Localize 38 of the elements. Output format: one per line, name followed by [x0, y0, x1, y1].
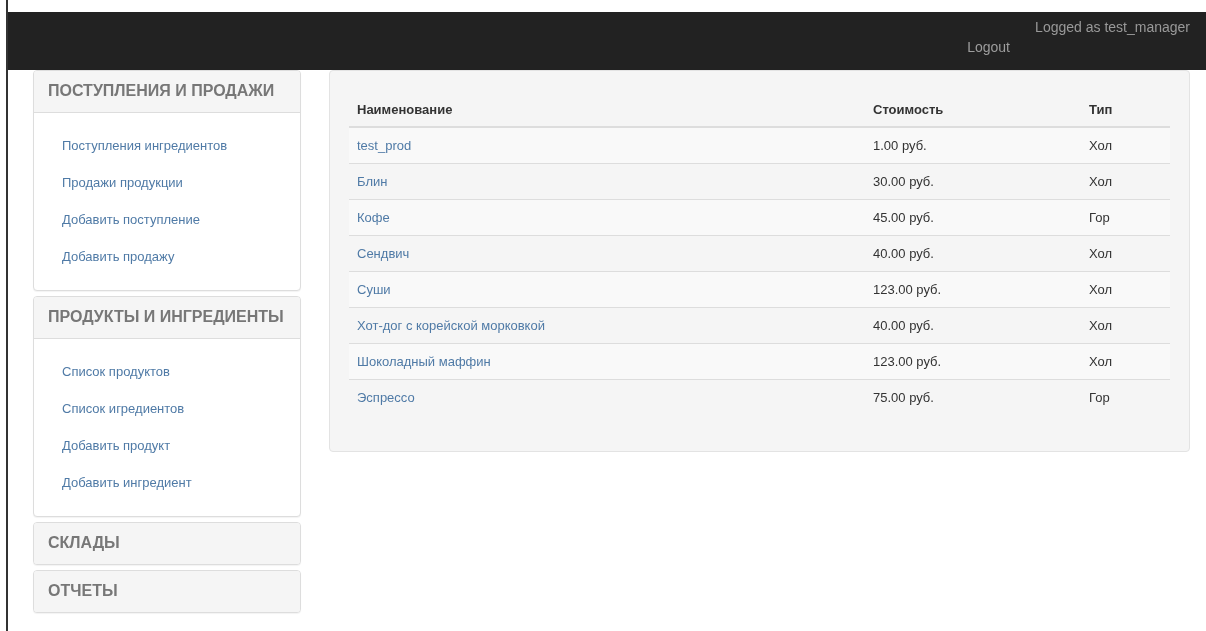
sidebar-item[interactable]: Добавить поступление — [62, 202, 200, 239]
product-link[interactable]: Хот-дог с корейской морковкой — [357, 318, 545, 333]
table-cell: Гор — [1089, 210, 1110, 225]
product-link[interactable]: Шоколадный маффин — [357, 354, 491, 369]
panel-heading[interactable]: ПОСТУПЛЕНИЯ И ПРОДАЖИ — [34, 71, 300, 113]
table-cell: Хол — [1089, 138, 1113, 153]
sidebar-item[interactable]: Продажи продукции — [62, 165, 183, 202]
sidebar-item[interactable]: Добавить ингредиент — [62, 465, 192, 502]
sidebar-item[interactable]: Добавить продажу — [62, 239, 175, 276]
panel-heading[interactable]: ОТЧЕТЫ — [34, 571, 300, 612]
sidebar-item[interactable]: Добавить продукт — [62, 428, 171, 465]
product-link[interactable]: Суши — [357, 282, 391, 297]
product-link[interactable]: Эспрессо — [357, 390, 415, 405]
table-cell: 75.00 руб. — [873, 390, 934, 405]
product-link[interactable]: Блин — [357, 174, 388, 189]
user-label: Logged as test_manager — [1035, 19, 1190, 35]
table-cell: Хол — [1089, 354, 1113, 369]
product-link[interactable]: Сендвич — [357, 246, 410, 261]
sidebar-item[interactable]: Поступления ингредиентов — [62, 128, 228, 165]
sidebar-item[interactable]: Список продуктов — [62, 354, 170, 391]
panel-heading[interactable]: СКЛАДЫ — [34, 523, 300, 564]
table-cell: Хол — [1089, 174, 1113, 189]
table-cell: Хол — [1089, 246, 1113, 261]
product-link[interactable]: test_prod — [357, 138, 412, 153]
logout-link[interactable]: Logout — [967, 39, 1010, 55]
table-cell: 45.00 руб. — [873, 210, 934, 225]
product-link[interactable]: Кофе — [357, 210, 390, 225]
table-cell: 40.00 руб. — [873, 318, 934, 333]
table-cell: Хол — [1089, 318, 1113, 333]
table-cell: 30.00 руб. — [873, 174, 934, 189]
table-cell: 123.00 руб. — [873, 282, 942, 297]
panel-heading[interactable]: ПРОДУКТЫ И ИНГРЕДИЕНТЫ — [34, 297, 300, 339]
table-cell: Хол — [1089, 282, 1113, 297]
table-cell: Гор — [1089, 390, 1110, 405]
table-cell: 40.00 руб. — [873, 246, 934, 261]
table-cell: 123.00 руб. — [873, 354, 942, 369]
table-cell: 1.00 руб. — [873, 138, 927, 153]
sidebar-item[interactable]: Список игредиентов — [62, 391, 185, 428]
